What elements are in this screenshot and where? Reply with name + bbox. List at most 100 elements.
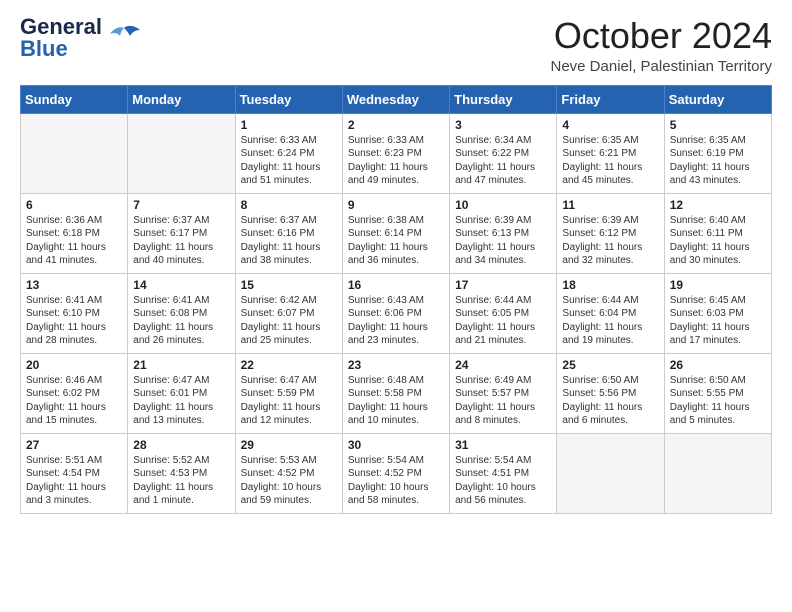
cell-info: Sunrise: 6:50 AM	[670, 374, 766, 388]
cell-info: Sunrise: 6:40 AM	[670, 214, 766, 228]
cell-info: Sunset: 6:22 PM	[455, 147, 551, 161]
cell-info: Sunset: 4:54 PM	[26, 467, 122, 481]
cell-info: Sunrise: 5:54 AM	[455, 454, 551, 468]
calendar-table: Sunday Monday Tuesday Wednesday Thursday…	[20, 85, 772, 514]
cell-info: Sunset: 6:10 PM	[26, 307, 122, 321]
day-number: 19	[670, 278, 766, 292]
cell-info: Daylight: 11 hours and 43 minutes.	[670, 161, 766, 188]
calendar-week-row: 27Sunrise: 5:51 AMSunset: 4:54 PMDayligh…	[21, 433, 772, 513]
calendar-week-row: 6Sunrise: 6:36 AMSunset: 6:18 PMDaylight…	[21, 193, 772, 273]
cell-info: Daylight: 11 hours and 8 minutes.	[455, 401, 551, 428]
table-row: 3Sunrise: 6:34 AMSunset: 6:22 PMDaylight…	[450, 113, 557, 193]
cell-info: Daylight: 11 hours and 28 minutes.	[26, 321, 122, 348]
cell-info: Sunset: 6:06 PM	[348, 307, 444, 321]
cell-info: Sunrise: 6:37 AM	[133, 214, 229, 228]
cell-info: Sunrise: 6:47 AM	[133, 374, 229, 388]
cell-info: Sunrise: 5:52 AM	[133, 454, 229, 468]
cell-info: Sunset: 6:03 PM	[670, 307, 766, 321]
table-row	[664, 433, 771, 513]
table-row: 23Sunrise: 6:48 AMSunset: 5:58 PMDayligh…	[342, 353, 449, 433]
day-number: 31	[455, 438, 551, 452]
title-block: October 2024 Neve Daniel, Palestinian Te…	[551, 16, 773, 75]
col-saturday: Saturday	[664, 85, 771, 113]
cell-info: Sunrise: 6:39 AM	[562, 214, 658, 228]
table-row	[21, 113, 128, 193]
cell-info: Sunset: 6:05 PM	[455, 307, 551, 321]
day-number: 11	[562, 198, 658, 212]
col-thursday: Thursday	[450, 85, 557, 113]
day-number: 3	[455, 118, 551, 132]
day-number: 1	[241, 118, 337, 132]
cell-info: Daylight: 11 hours and 45 minutes.	[562, 161, 658, 188]
day-number: 30	[348, 438, 444, 452]
cell-info: Sunrise: 6:48 AM	[348, 374, 444, 388]
table-row: 4Sunrise: 6:35 AMSunset: 6:21 PMDaylight…	[557, 113, 664, 193]
cell-info: Sunset: 6:16 PM	[241, 227, 337, 241]
cell-info: Daylight: 10 hours and 56 minutes.	[455, 481, 551, 508]
cell-info: Sunset: 6:18 PM	[26, 227, 122, 241]
table-row: 19 Sunrise: 6:45 AMSunset: 6:03 PMDayligh…	[664, 273, 771, 353]
day-number: 10	[455, 198, 551, 212]
cell-info: Sunrise: 6:47 AM	[241, 374, 337, 388]
month-title: October 2024	[551, 16, 773, 56]
table-row	[128, 113, 235, 193]
day-number: 25	[562, 358, 658, 372]
cell-info: Sunrise: 5:53 AM	[241, 454, 337, 468]
header: General Blue October 2024 Neve Daniel, P…	[20, 16, 772, 75]
table-row: 14Sunrise: 6:41 AMSunset: 6:08 PMDayligh…	[128, 273, 235, 353]
cell-info: Sunset: 6:08 PM	[133, 307, 229, 321]
cell-info: Sunset: 6:14 PM	[348, 227, 444, 241]
cell-info: Daylight: 11 hours and 49 minutes.	[348, 161, 444, 188]
cell-info: Sunset: 6:11 PM	[670, 227, 766, 241]
calendar-week-row: 13Sunrise: 6:41 AMSunset: 6:10 PMDayligh…	[21, 273, 772, 353]
day-number: 27	[26, 438, 122, 452]
cell-info: Sunset: 6:07 PM	[241, 307, 337, 321]
table-row: 27Sunrise: 5:51 AMSunset: 4:54 PMDayligh…	[21, 433, 128, 513]
cell-info: Daylight: 11 hours and 32 minutes.	[562, 241, 658, 268]
table-row: 29Sunrise: 5:53 AMSunset: 4:52 PMDayligh…	[235, 433, 342, 513]
cell-info: Daylight: 11 hours and 23 minutes.	[348, 321, 444, 348]
table-row: 18Sunrise: 6:44 AMSunset: 6:04 PMDayligh…	[557, 273, 664, 353]
cell-info: Sunset: 6:13 PM	[455, 227, 551, 241]
table-row: 8Sunrise: 6:37 AMSunset: 6:16 PMDaylight…	[235, 193, 342, 273]
cell-info: Daylight: 11 hours and 6 minutes.	[562, 401, 658, 428]
cell-info: Sunrise: 6:49 AM	[455, 374, 551, 388]
cell-info: Sunset: 4:53 PM	[133, 467, 229, 481]
day-number: 16	[348, 278, 444, 292]
table-row: 10Sunrise: 6:39 AMSunset: 6:13 PMDayligh…	[450, 193, 557, 273]
cell-info: Daylight: 11 hours and 19 minutes.	[562, 321, 658, 348]
col-wednesday: Wednesday	[342, 85, 449, 113]
day-number: 18	[562, 278, 658, 292]
cell-info: Daylight: 11 hours and 1 minute.	[133, 481, 229, 508]
day-number: 21	[133, 358, 229, 372]
table-row: 16Sunrise: 6:43 AMSunset: 6:06 PMDayligh…	[342, 273, 449, 353]
table-row: 30Sunrise: 5:54 AMSunset: 4:52 PMDayligh…	[342, 433, 449, 513]
cell-info: Sunrise: 6:45 AM	[670, 294, 766, 308]
cell-info: Daylight: 11 hours and 25 minutes.	[241, 321, 337, 348]
col-sunday: Sunday	[21, 85, 128, 113]
cell-info: Sunset: 5:57 PM	[455, 387, 551, 401]
cell-info: Sunrise: 6:42 AM	[241, 294, 337, 308]
cell-info: Sunrise: 5:54 AM	[348, 454, 444, 468]
cell-info: Daylight: 11 hours and 40 minutes.	[133, 241, 229, 268]
cell-info: Sunset: 5:56 PM	[562, 387, 658, 401]
day-number: 2	[348, 118, 444, 132]
day-number: 5	[670, 118, 766, 132]
day-number: 15	[241, 278, 337, 292]
day-number: 13	[26, 278, 122, 292]
cell-info: Sunset: 6:23 PM	[348, 147, 444, 161]
day-number: 6	[26, 198, 122, 212]
table-row: 31Sunrise: 5:54 AMSunset: 4:51 PMDayligh…	[450, 433, 557, 513]
cell-info: Daylight: 11 hours and 17 minutes.	[670, 321, 766, 348]
cell-info: Sunset: 6:04 PM	[562, 307, 658, 321]
day-number: 9	[348, 198, 444, 212]
table-row	[557, 433, 664, 513]
logo: General Blue	[20, 16, 142, 60]
table-row: 15 Sunrise: 6:42 AMSunset: 6:07 PMDayligh…	[235, 273, 342, 353]
page: General Blue October 2024 Neve Daniel, P…	[0, 0, 792, 612]
cell-info: Sunset: 6:17 PM	[133, 227, 229, 241]
location-title: Neve Daniel, Palestinian Territory	[551, 58, 773, 75]
col-tuesday: Tuesday	[235, 85, 342, 113]
cell-info: Daylight: 11 hours and 38 minutes.	[241, 241, 337, 268]
cell-info: Sunrise: 6:33 AM	[348, 134, 444, 148]
